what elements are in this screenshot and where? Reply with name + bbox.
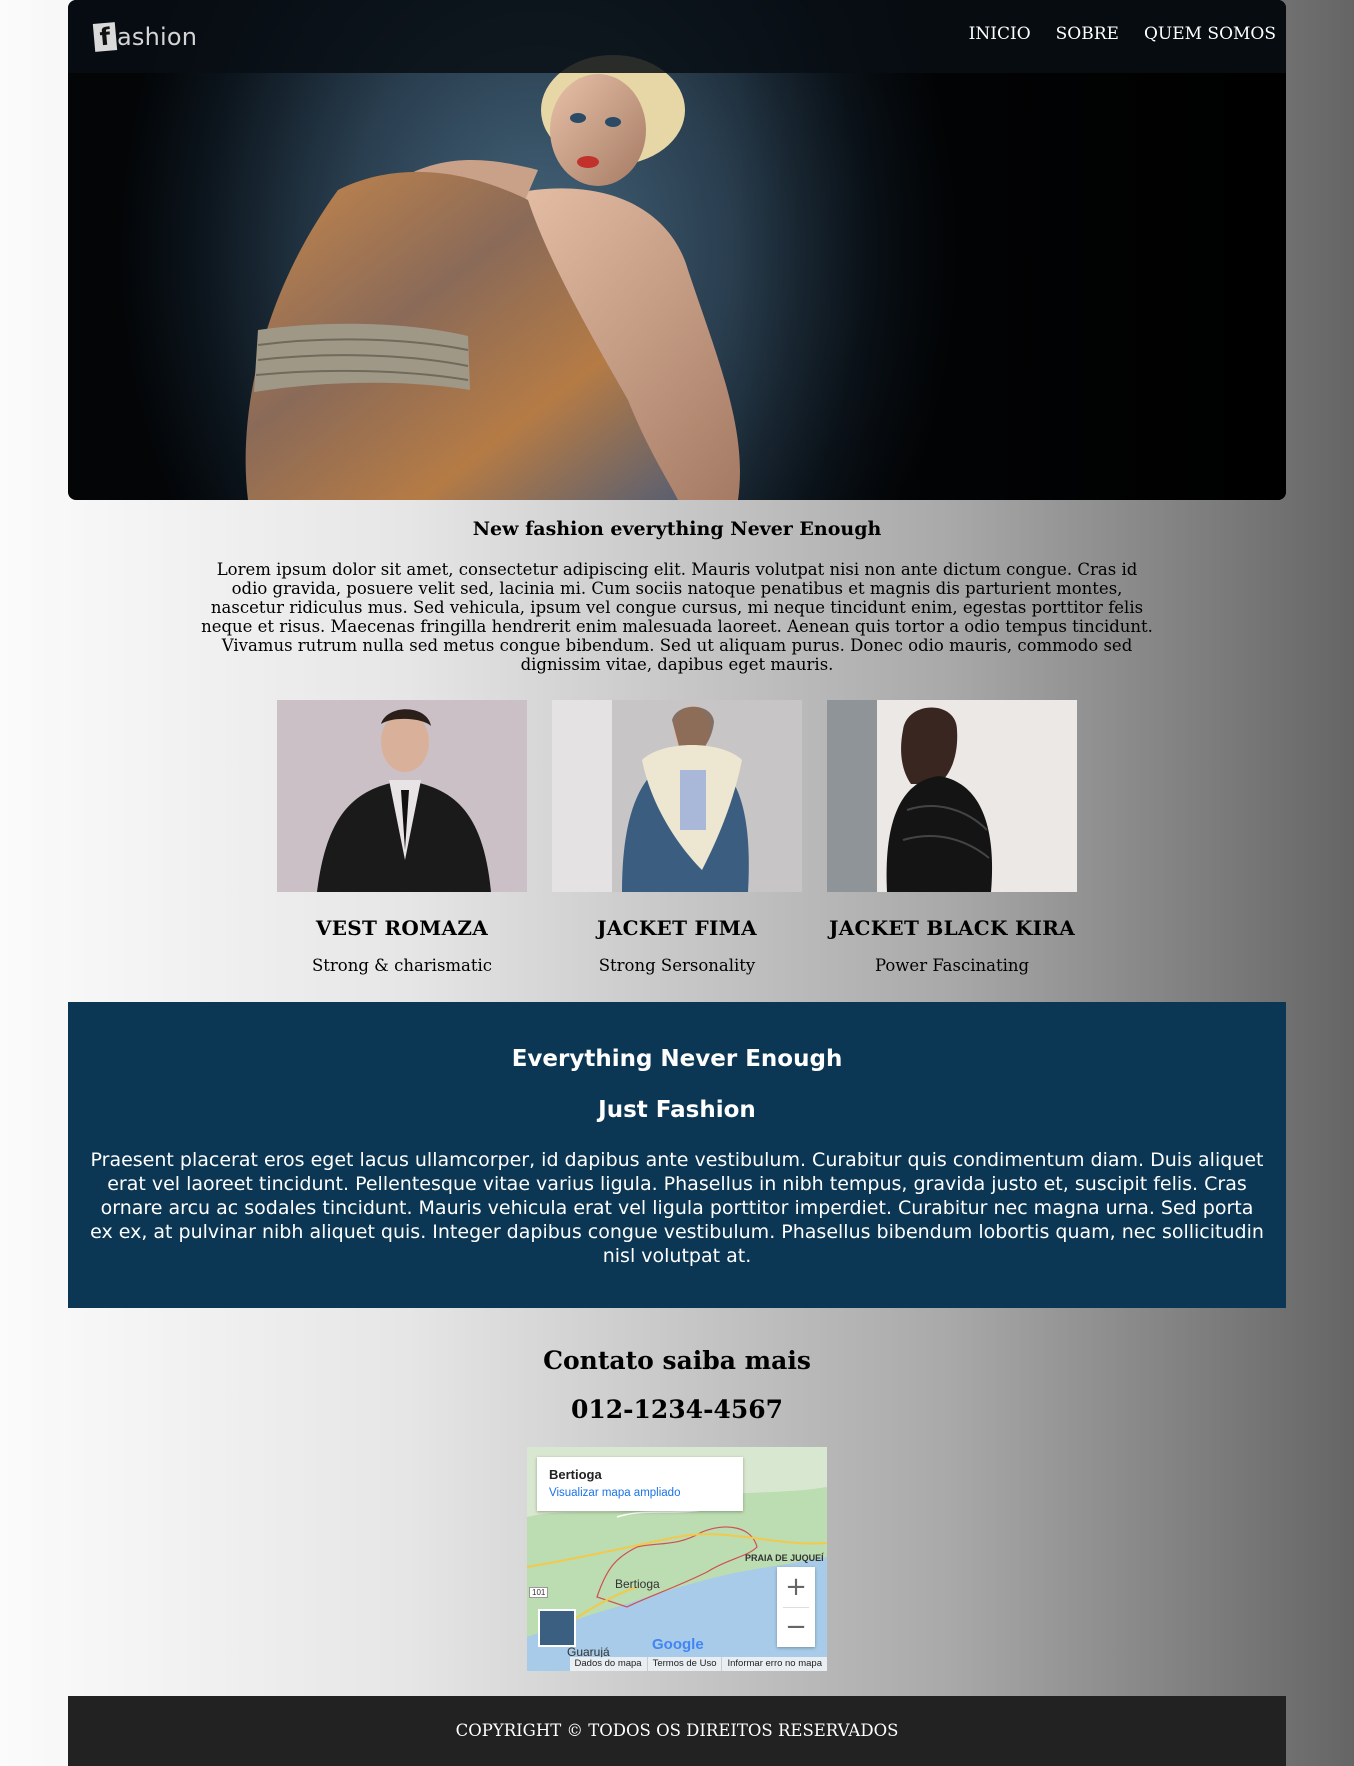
product-image-jacket-kira[interactable] — [827, 700, 1077, 892]
map-terms-link[interactable]: Termos de Uso — [646, 1657, 722, 1671]
product-subtitle: Power Fascinating — [874, 956, 1030, 975]
map-enlarge-link[interactable]: Visualizar mapa ampliado — [549, 1487, 680, 1499]
product-image-jacket-fima[interactable] — [552, 700, 802, 892]
logo-letter: f — [92, 22, 118, 52]
map-zoom-control: + − — [777, 1567, 815, 1647]
zoom-out-button[interactable]: − — [777, 1607, 815, 1647]
intro-title: New fashion everything Never Enough — [472, 518, 882, 540]
contact-phone[interactable]: 012-1234-4567 — [68, 1395, 1286, 1424]
hero-banner: f ashion INICIO SOBRE QUEM SOMOS — [68, 0, 1286, 500]
site-footer: COPYRIGHT © TODOS OS DIREITOS RESERVADOS — [68, 1696, 1286, 1766]
banner-text: Praesent placerat eros eget lacus ullamc… — [90, 1149, 1264, 1267]
product-card[interactable]: JACKET FIMA Strong Sersonality — [552, 700, 802, 975]
product-name: JACKET FIMA — [597, 916, 757, 940]
nav-sobre[interactable]: SOBRE — [1056, 24, 1119, 44]
google-logo: Google — [652, 1636, 704, 1653]
copyright-text: COPYRIGHT © TODOS OS DIREITOS RESERVADOS — [455, 1721, 899, 1740]
map-label-city: Bertioga — [615, 1577, 660, 1591]
map-label-praia: PRAIA DE JUQUEÍ — [745, 1553, 824, 1563]
map-embed[interactable]: PRAIA DE JUQUEÍ Bertioga Guarujá 101 Ber… — [527, 1447, 827, 1671]
nav-inicio[interactable]: INICIO — [969, 24, 1031, 44]
banner-subheading: Just Fashion — [598, 1097, 756, 1123]
product-image-vest[interactable] — [277, 700, 527, 892]
site-logo[interactable]: f ashion — [92, 20, 198, 54]
main-nav: INICIO SOBRE QUEM SOMOS — [969, 24, 1276, 44]
logo-text: ashion — [117, 23, 198, 51]
hero-overlay — [68, 0, 1286, 500]
intro-text: Lorem ipsum dolor sit amet, consectetur … — [201, 560, 1153, 674]
product-card[interactable]: VEST ROMAZA Strong & charismatic — [277, 700, 527, 975]
map-data-link[interactable]: Dados do mapa — [570, 1657, 647, 1671]
contact-title: Contato saiba mais — [543, 1346, 811, 1375]
product-card[interactable]: JACKET BLACK KIRA Power Fascinating — [827, 700, 1077, 975]
navbar: f ashion INICIO SOBRE QUEM SOMOS — [68, 0, 1286, 73]
promo-banner: Everything Never Enough Just Fashion Pra… — [68, 1002, 1286, 1308]
product-name: VEST ROMAZA — [315, 916, 489, 940]
map-info-card: Bertioga Visualizar mapa ampliado — [537, 1457, 743, 1511]
map-satellite-toggle[interactable] — [538, 1609, 576, 1647]
product-name: JACKET BLACK KIRA — [828, 916, 1076, 940]
google-logo-text: Google — [652, 1636, 704, 1653]
zoom-in-button[interactable]: + — [777, 1567, 815, 1607]
page: f ashion INICIO SOBRE QUEM SOMOS New fas… — [68, 0, 1286, 1766]
map-report-link[interactable]: Informar erro no mapa — [721, 1657, 827, 1671]
product-subtitle: Strong & charismatic — [311, 956, 493, 975]
map-place-title: Bertioga — [549, 1467, 602, 1482]
map-road-badge: 101 — [529, 1587, 549, 1598]
map-footer: Dados do mapa Termos de Uso Informar err… — [569, 1657, 827, 1671]
zoom-divider — [783, 1607, 809, 1608]
product-subtitle: Strong Sersonality — [598, 956, 756, 975]
nav-quem-somos[interactable]: QUEM SOMOS — [1144, 24, 1276, 44]
banner-heading: Everything Never Enough — [511, 1046, 843, 1072]
